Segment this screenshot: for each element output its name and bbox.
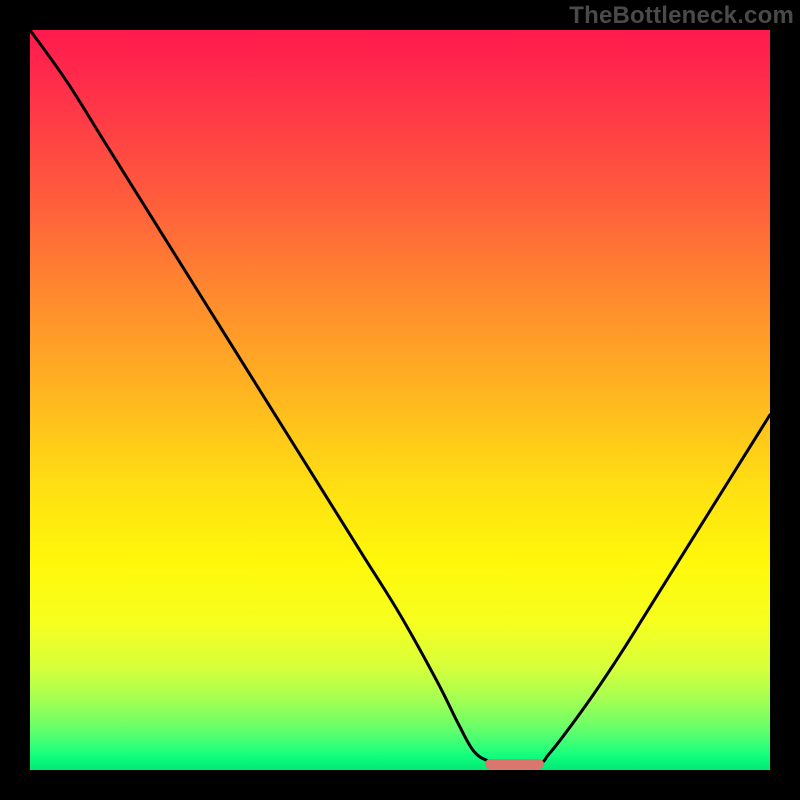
bottleneck-curve [30,30,770,764]
curve-svg [30,30,770,770]
chart-frame: TheBottleneck.com [0,0,800,800]
watermark-text: TheBottleneck.com [569,2,794,30]
plot-area [30,30,770,770]
optimal-range-marker [485,759,544,769]
